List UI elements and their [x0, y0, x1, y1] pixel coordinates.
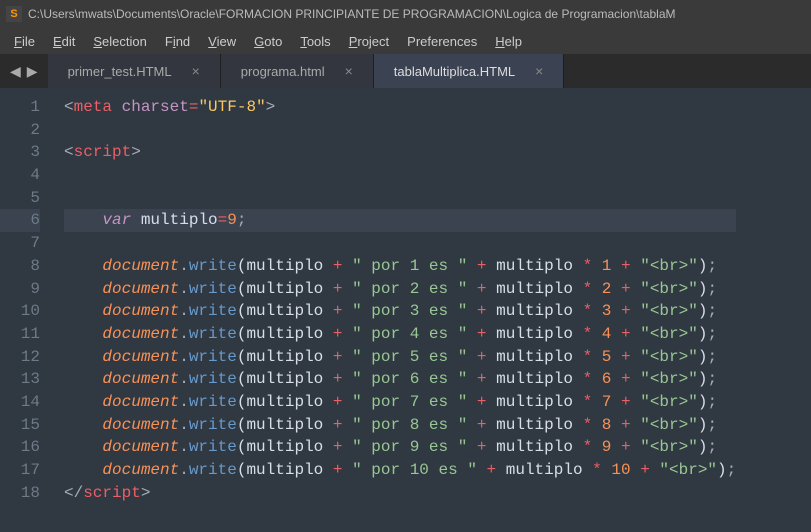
code-line[interactable]: document.write(multiplo + " por 7 es " +… — [64, 391, 736, 414]
line-number: 8 — [0, 255, 40, 278]
menu-file[interactable]: File — [6, 31, 43, 52]
code-line[interactable]: document.write(multiplo + " por 6 es " +… — [64, 368, 736, 391]
line-number: 1 — [0, 96, 40, 119]
tabbar: ◀ ▶ primer_test.HTML × programa.html × t… — [0, 54, 811, 88]
code-line[interactable]: document.write(multiplo + " por 9 es " +… — [64, 436, 736, 459]
code-line[interactable]: </script> — [64, 482, 736, 505]
menu-help[interactable]: Help — [487, 31, 530, 52]
tab-label: programa.html — [241, 64, 325, 79]
menu-selection[interactable]: Selection — [85, 31, 154, 52]
menu-tools[interactable]: Tools — [292, 31, 338, 52]
code-line[interactable]: <meta charset="UTF-8"> — [64, 96, 736, 119]
code-line[interactable]: document.write(multiplo + " por 10 es " … — [64, 459, 736, 482]
tab-back-icon[interactable]: ◀ — [10, 63, 21, 80]
line-number: 11 — [0, 323, 40, 346]
tab-primer-test[interactable]: primer_test.HTML × — [48, 54, 221, 88]
code-line[interactable]: <script> — [64, 141, 736, 164]
menu-view[interactable]: View — [200, 31, 244, 52]
app-icon: S — [6, 6, 22, 22]
code-line[interactable]: document.write(multiplo + " por 4 es " +… — [64, 323, 736, 346]
code-line[interactable] — [64, 119, 736, 142]
line-number: 17 — [0, 459, 40, 482]
close-icon[interactable]: × — [345, 63, 353, 79]
line-number: 12 — [0, 346, 40, 369]
code-line[interactable]: document.write(multiplo + " por 3 es " +… — [64, 300, 736, 323]
line-number: 14 — [0, 391, 40, 414]
menu-goto[interactable]: Goto — [246, 31, 290, 52]
line-number: 2 — [0, 119, 40, 142]
tab-label: primer_test.HTML — [68, 64, 172, 79]
line-number: 7 — [0, 232, 40, 255]
line-number: 9 — [0, 278, 40, 301]
tab-programa[interactable]: programa.html × — [221, 54, 374, 88]
menu-project[interactable]: Project — [341, 31, 397, 52]
code-line[interactable] — [64, 187, 736, 210]
line-number: 15 — [0, 414, 40, 437]
code-line[interactable]: document.write(multiplo + " por 8 es " +… — [64, 414, 736, 437]
tab-tablamultiplica[interactable]: tablaMultiplica.HTML × — [374, 54, 565, 88]
code-line[interactable] — [64, 232, 736, 255]
window-title: C:\Users\mwats\Documents\Oracle\FORMACIO… — [28, 7, 676, 21]
code-area[interactable]: <meta charset="UTF-8"> <script> var multi… — [50, 88, 736, 532]
code-line[interactable] — [64, 164, 736, 187]
line-number: 5 — [0, 187, 40, 210]
menu-preferences[interactable]: Preferences — [399, 31, 485, 52]
close-icon[interactable]: × — [192, 63, 200, 79]
tab-label: tablaMultiplica.HTML — [394, 64, 515, 79]
editor[interactable]: 123456789101112131415161718 <meta charse… — [0, 88, 811, 532]
menu-edit[interactable]: Edit — [45, 31, 83, 52]
line-number: 10 — [0, 300, 40, 323]
line-number: 4 — [0, 164, 40, 187]
line-number: 3 — [0, 141, 40, 164]
line-number: 6 — [0, 209, 40, 232]
line-number: 13 — [0, 368, 40, 391]
code-line[interactable]: document.write(multiplo + " por 1 es " +… — [64, 255, 736, 278]
tab-nav: ◀ ▶ — [0, 54, 48, 88]
menu-find[interactable]: Find — [157, 31, 198, 52]
code-line[interactable]: var multiplo=9; — [64, 209, 736, 232]
gutter: 123456789101112131415161718 — [0, 88, 50, 532]
code-line[interactable]: document.write(multiplo + " por 5 es " +… — [64, 346, 736, 369]
titlebar: S C:\Users\mwats\Documents\Oracle\FORMAC… — [0, 0, 811, 28]
line-number: 16 — [0, 436, 40, 459]
tab-forward-icon[interactable]: ▶ — [27, 63, 38, 80]
code-line[interactable]: document.write(multiplo + " por 2 es " +… — [64, 278, 736, 301]
close-icon[interactable]: × — [535, 63, 543, 79]
menubar: File Edit Selection Find View Goto Tools… — [0, 28, 811, 54]
line-number: 18 — [0, 482, 40, 505]
